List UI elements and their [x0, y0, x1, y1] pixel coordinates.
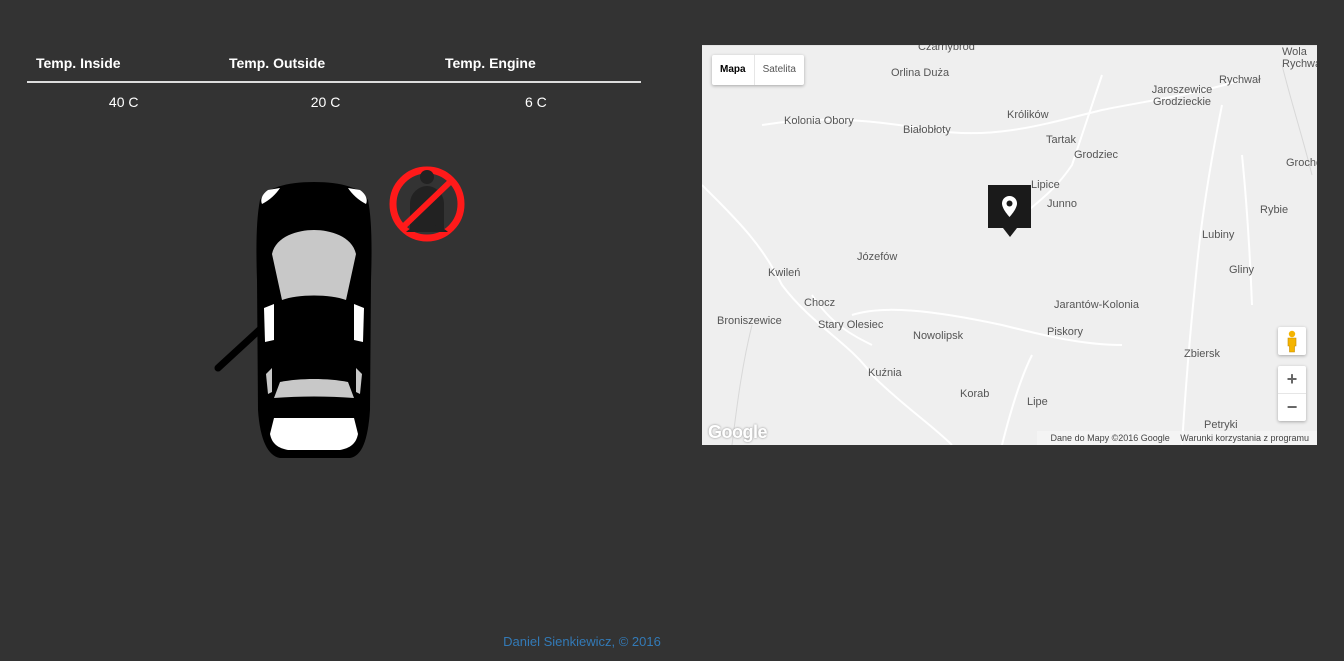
place-label: Stary Olesiec [818, 319, 884, 331]
footer-copyright: Daniel Sienkiewicz, © 2016 [503, 634, 661, 649]
place-label: Grochowy [1286, 157, 1317, 169]
place-label: Kuźnia [868, 367, 902, 379]
temperature-table-header: Temp. Inside Temp. Outside Temp. Engine [27, 45, 641, 83]
temperature-table: Temp. Inside Temp. Outside Temp. Engine … [27, 45, 641, 121]
place-label: Petryki [1204, 419, 1238, 431]
place-label: Jarantów-Kolonia [1054, 299, 1139, 311]
zoom-control: + − [1278, 366, 1306, 421]
place-label: Kolonia Obory [784, 115, 854, 127]
place-label: Broniszewice [717, 315, 782, 327]
value-temp-outside: 20 C [310, 94, 341, 110]
place-label: Tartak [1046, 134, 1076, 146]
street-view-pegman-button[interactable] [1278, 327, 1306, 355]
place-label: Józefów [857, 251, 898, 263]
page: Temp. Inside Temp. Outside Temp. Engine … [0, 0, 1344, 661]
place-label: Piskory [1047, 326, 1084, 338]
place-label: Lipe [1027, 396, 1048, 408]
place-label: Junno [1047, 198, 1077, 210]
map-data-attribution: Dane do Mapy ©2016 Google [1050, 433, 1170, 443]
location-marker[interactable] [988, 185, 1031, 237]
street-view-pegman-icon [1287, 330, 1297, 353]
value-temp-engine: 6 C [524, 94, 547, 110]
zoom-out-button[interactable]: − [1278, 394, 1306, 421]
car-status-illustration [210, 160, 480, 470]
place-label: Królików [1007, 109, 1049, 121]
place-label: Korab [960, 388, 990, 400]
place-label: Grodziec [1074, 149, 1119, 161]
place-label: Jaroszewice Grodzieckie [1151, 84, 1213, 108]
place-label: Nowolipsk [913, 330, 964, 342]
car-top-view-icon [214, 166, 465, 458]
seatbelt-warning-icon [389, 166, 465, 242]
header-temp-outside: Temp. Outside [229, 55, 326, 71]
place-label: Orlina Duża [891, 67, 950, 79]
place-label: Zbiersk [1184, 348, 1221, 360]
place-label: Białobłoty [903, 124, 951, 136]
map-terms-link[interactable]: Warunki korzystania z programu [1180, 433, 1309, 443]
map-roads [702, 45, 1317, 445]
zoom-in-button[interactable]: + [1278, 366, 1306, 394]
place-label: Lubiny [1202, 229, 1235, 241]
map-type-satellite-button[interactable]: Satelita [755, 55, 804, 85]
place-label: Czarnybród [918, 45, 975, 53]
place-label: Gliny [1229, 264, 1255, 276]
google-logo[interactable]: Google [708, 422, 768, 443]
map-type-map-button[interactable]: Mapa [712, 55, 755, 85]
map[interactable]: Czarnybród Orlina Duża Kolonia Obory Bia… [702, 45, 1317, 445]
place-label: Lipice [1031, 179, 1060, 191]
place-label: Kwileń [768, 267, 801, 279]
header-temp-engine: Temp. Engine [445, 55, 536, 71]
place-label: Chocz [804, 297, 836, 309]
map-attribution: Dane do Mapy ©2016 Google Warunki korzys… [1036, 431, 1317, 445]
map-pin-icon [1002, 196, 1017, 217]
place-label: Rybie [1260, 204, 1289, 216]
temperature-table-row: 40 C 20 C 6 C [27, 83, 641, 121]
map-type-control: Mapa Satelita [712, 55, 804, 85]
place-label: Rychwał [1219, 74, 1261, 86]
header-temp-inside: Temp. Inside [36, 55, 121, 71]
place-label: Wola Rychwalska [1282, 46, 1317, 70]
value-temp-inside: 40 C [108, 94, 139, 110]
